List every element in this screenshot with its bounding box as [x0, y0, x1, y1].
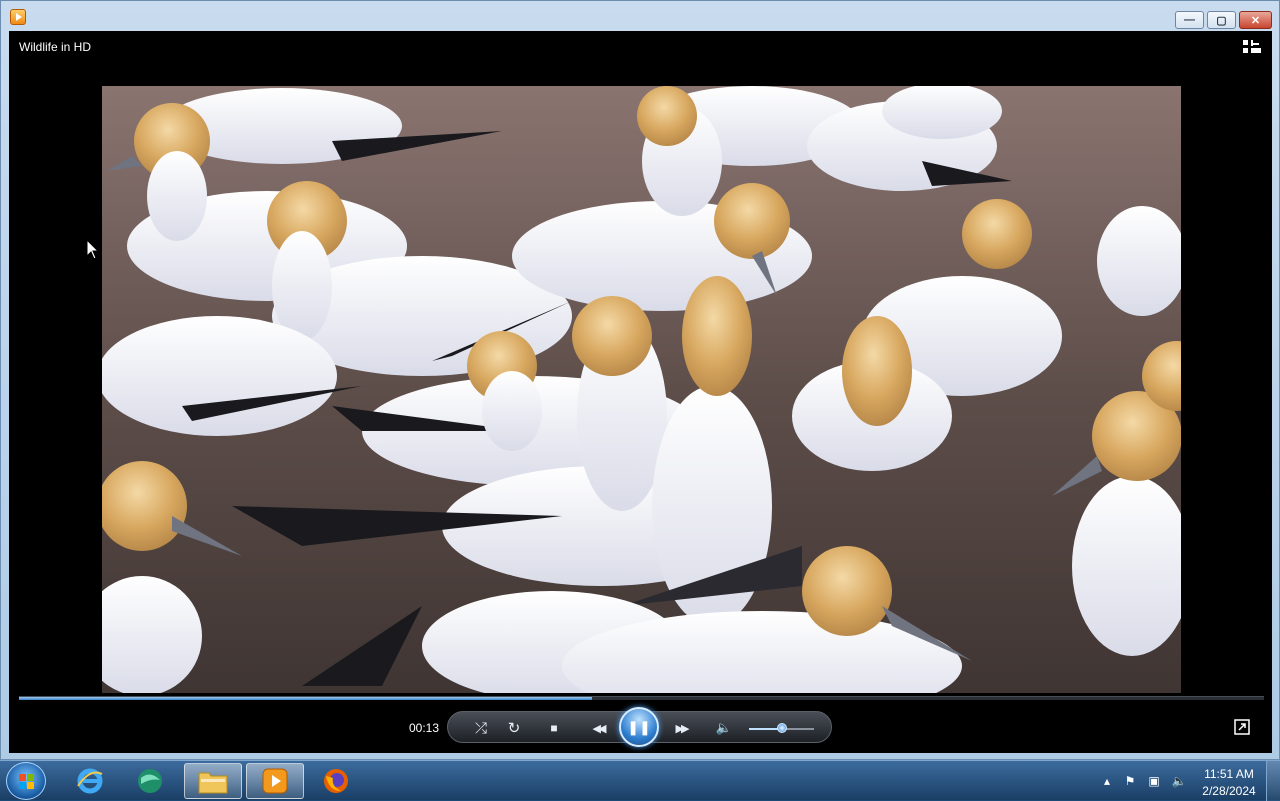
firefox-icon [324, 769, 348, 793]
stop-icon: ■ [550, 721, 558, 735]
clock-time[interactable]: 11:51 AM [1199, 767, 1259, 781]
title-bar[interactable]: — ▢ ✕ [1, 1, 1279, 31]
shuffle-button[interactable]: ⤮ [469, 716, 493, 740]
previous-button[interactable]: ◀◀ [586, 716, 610, 740]
volume-slider-thumb[interactable] [777, 723, 787, 733]
taskbar-windows-media-player[interactable] [246, 763, 304, 799]
network-icon[interactable]: ▣ [1146, 774, 1162, 788]
seek-bar[interactable] [19, 696, 1264, 700]
minimize-icon: — [1184, 14, 1195, 26]
seek-bar-progress [19, 697, 592, 700]
close-icon: ✕ [1250, 14, 1261, 27]
next-icon: ▶▶ [675, 722, 690, 735]
pause-button[interactable]: ❚❚ [619, 707, 659, 747]
now-playing-area: Wildlife in HD 00:13 ⤮ ↻ ■ ◀◀ ❚❚ ▶▶ 🔈 [9, 31, 1272, 753]
next-button[interactable]: ▶▶ [669, 716, 693, 740]
speaker-icon: 🔈 [715, 720, 733, 735]
media-player-window: — ▢ ✕ Wildlife in HD 00:13 ⤮ ↻ ■ ◀◀ ❚❚ ▶… [0, 0, 1280, 760]
taskbar-internet-explorer[interactable] [61, 763, 119, 799]
switch-to-library-icon[interactable] [1243, 40, 1261, 54]
previous-icon: ◀◀ [592, 722, 607, 735]
media-title: Wildlife in HD [19, 40, 92, 54]
taskbar: ▴ ⚑ ▣ 🔈 11:51 AM 2/28/2024 [0, 760, 1280, 801]
stop-button[interactable]: ■ [542, 716, 566, 740]
elapsed-time: 00:13 [409, 721, 440, 735]
show-hidden-icons-chevron-icon[interactable]: ▴ [1099, 774, 1115, 788]
taskbar-windows-explorer[interactable] [184, 763, 242, 799]
taskbar-firefox[interactable] [307, 763, 365, 799]
close-button[interactable]: ✕ [1239, 11, 1272, 29]
internet-explorer-icon [77, 768, 103, 794]
switch-to-now-playing-button[interactable] [1233, 718, 1251, 736]
mouse-pointer-icon [86, 239, 100, 260]
action-center-flag-icon[interactable]: ⚑ [1122, 774, 1138, 788]
system-tray: ▴ ⚑ ▣ 🔈 11:51 AM 2/28/2024 [1095, 761, 1280, 801]
media-player-app-icon[interactable] [10, 9, 26, 25]
playback-controls: 00:13 ⤮ ↻ ■ ◀◀ ❚❚ ▶▶ 🔈 [9, 703, 1272, 753]
pause-icon: ❚❚ [627, 718, 651, 735]
show-desktop-button[interactable] [1266, 761, 1280, 801]
volume-muted-icon[interactable]: 🔈 [1171, 774, 1187, 788]
switch-to-now-playing-icon [1234, 719, 1250, 735]
app-globe-icon [138, 769, 162, 793]
gannet-colony-image [102, 86, 1181, 693]
shuffle-icon: ⤮ [474, 719, 487, 737]
restore-icon: ▢ [1216, 14, 1227, 27]
clock-date[interactable]: 2/28/2024 [1199, 784, 1259, 798]
repeat-button[interactable]: ↻ [502, 716, 526, 740]
start-button[interactable] [6, 762, 46, 800]
mute-button[interactable]: 🔈 [712, 716, 736, 740]
repeat-icon: ↻ [507, 720, 521, 737]
minimize-button[interactable]: — [1175, 11, 1204, 29]
restore-button[interactable]: ▢ [1207, 11, 1236, 29]
media-player-icon [262, 768, 288, 794]
taskbar-app-2[interactable] [121, 763, 179, 799]
video-frame[interactable] [102, 86, 1181, 693]
folder-icon [198, 772, 228, 794]
